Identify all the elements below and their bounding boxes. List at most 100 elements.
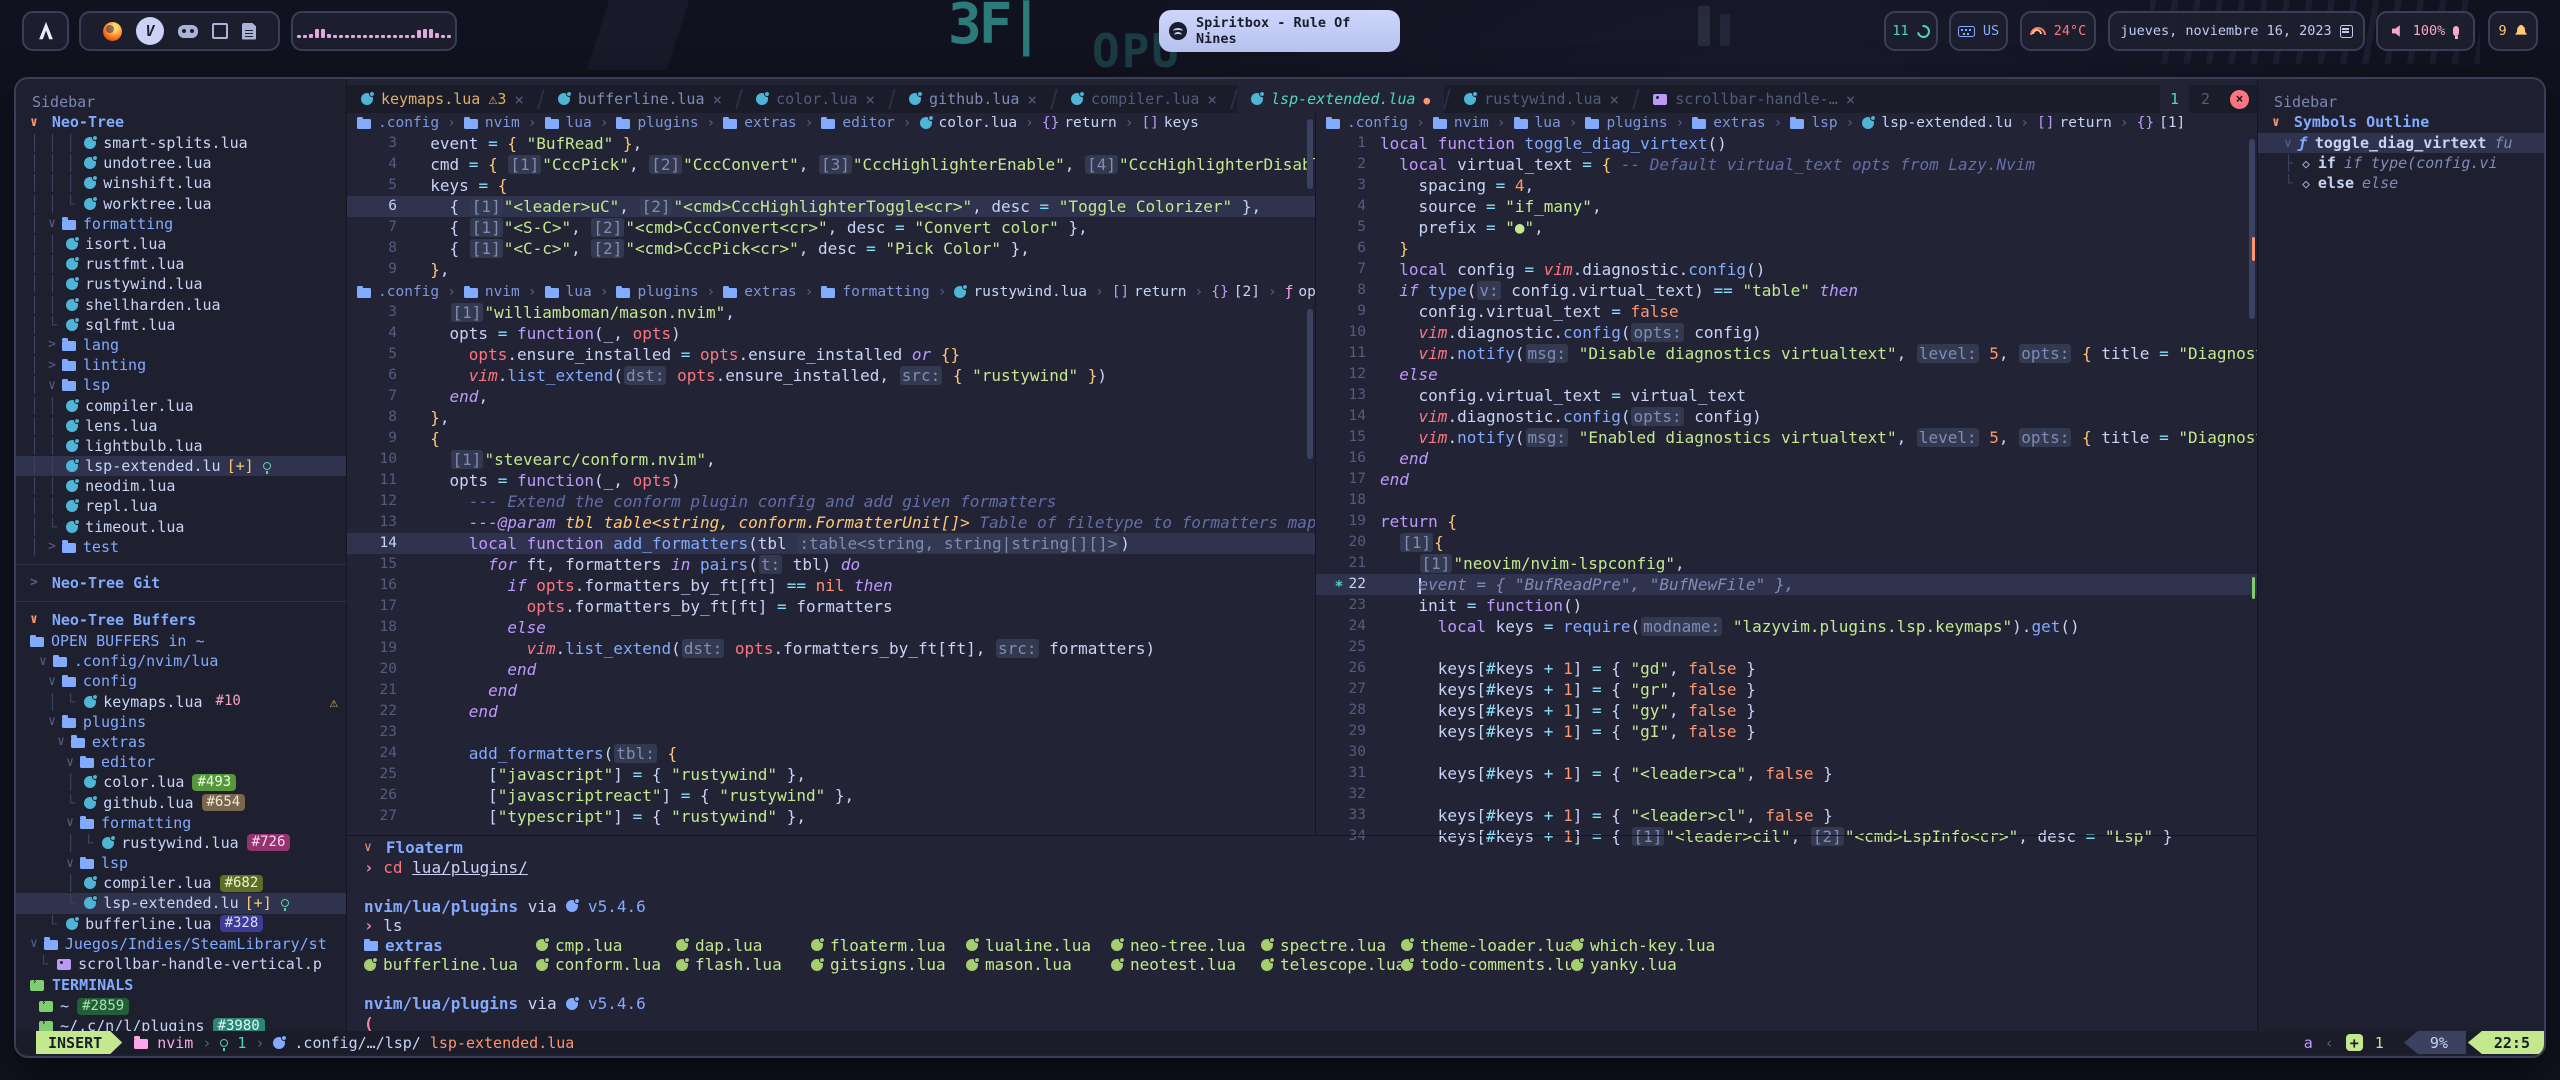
tree-item[interactable]: └ lsp-extended.lu[+] xyxy=(16,893,346,913)
scrollbar-handle[interactable] xyxy=(1307,119,1313,189)
tree-item[interactable]: ~/.c/n/l/plugins#3980 xyxy=(16,1016,346,1031)
tree-item[interactable]: config xyxy=(16,671,346,691)
tab-rustywind-lua[interactable]: rustywind.lua xyxy=(1450,85,1633,113)
tree-item[interactable]: lsp xyxy=(16,853,346,873)
tree-item[interactable]: └ bufferline.lua#328 xyxy=(16,914,346,934)
tree-item[interactable]: │ │ lightbulb.lua xyxy=(16,436,346,456)
code-token: "rustywind" xyxy=(972,366,1078,385)
tree-item[interactable]: │ │ lsp-extended.lu[+] xyxy=(16,456,346,476)
close-icon[interactable] xyxy=(865,90,875,109)
tree-item[interactable]: editor xyxy=(16,752,346,772)
section-header-neo-tree-git[interactable]: Neo-Tree Git xyxy=(16,572,346,594)
indent-guides: │ xyxy=(30,538,48,556)
tree-item[interactable]: │ │ │ winshift.lua xyxy=(16,173,346,193)
tree-item[interactable]: │ └ timeout.lua xyxy=(16,517,346,537)
tree-item[interactable]: │ │ compiler.lua xyxy=(16,395,346,415)
tree-item[interactable]: │ └ rustywind.lua#726 xyxy=(16,833,346,853)
tree-item[interactable]: │ └ sqlfmt.lua xyxy=(16,315,346,335)
code-token: ( xyxy=(1467,281,1477,300)
tree-item[interactable]: extras xyxy=(16,732,346,752)
dock-item-neovim[interactable]: V xyxy=(136,17,164,45)
close-icon[interactable] xyxy=(712,90,722,109)
code-token: ---@param xyxy=(411,513,565,532)
tree-item[interactable]: └ github.lua#654 xyxy=(16,792,346,812)
tab-keymaps-lua[interactable]: keymaps.lua⚠3 xyxy=(347,85,538,113)
tab-scrollbar-handle-[interactable]: scrollbar-handle-… xyxy=(1639,85,1869,113)
code-token: .ensure_installed xyxy=(739,345,912,364)
pill-volume[interactable]: 100% xyxy=(2376,11,2475,51)
tree-item[interactable]: │ │ rustywind.lua xyxy=(16,274,346,294)
tree-item[interactable]: │ └ keymaps.lua#10 xyxy=(16,692,346,712)
tree-item[interactable]: │ lang xyxy=(16,335,346,355)
dock-item-firefox[interactable] xyxy=(103,22,122,41)
tree-item[interactable]: │ │ └ worktree.lua xyxy=(16,194,346,214)
tree-item[interactable]: │ │ repl.lua xyxy=(16,496,346,516)
tree-item[interactable]: OPEN BUFFERS in ~ xyxy=(16,631,346,651)
tab-lsp-extended-lua[interactable]: lsp-extended.lua xyxy=(1237,85,1444,113)
ls-entry: floaterm.lua xyxy=(811,936,966,955)
section-header-terminals[interactable]: TERMINALS xyxy=(16,974,346,996)
tree-item[interactable]: │ │ neodim.lua xyxy=(16,476,346,496)
dock-item-gamepad[interactable] xyxy=(178,25,198,38)
pill-weather[interactable]: 24°C xyxy=(2020,11,2096,51)
dock-item-file[interactable] xyxy=(242,23,256,40)
speaker-icon xyxy=(2392,25,2405,38)
tree-item[interactable]: │ linting xyxy=(16,355,346,375)
pill-keyboard-layout[interactable]: US xyxy=(1949,11,2008,51)
git-added-count: 1 xyxy=(2375,1034,2384,1052)
tree-item[interactable]: formatting xyxy=(16,813,346,833)
close-icon[interactable] xyxy=(1846,90,1856,109)
tabpage-1[interactable]: 1 xyxy=(2160,85,2189,113)
symbols-outline-header[interactable]: Symbols Outline xyxy=(2258,111,2546,133)
tabpage-2[interactable]: 2 xyxy=(2191,90,2220,108)
symbol-item[interactable]: toggle_diag_virtextfu xyxy=(2258,133,2546,153)
tree-item[interactable]: │ │ │ smart-splits.lua xyxy=(16,133,346,153)
launcher-button[interactable] xyxy=(22,11,69,51)
tree-item[interactable]: │ test xyxy=(16,537,346,557)
tree-item[interactable]: │ │ │ undotree.lua xyxy=(16,153,346,173)
tree-item[interactable]: │ │ isort.lua xyxy=(16,234,346,254)
section-header-neo-tree-buffers[interactable]: Neo-Tree Buffers xyxy=(16,609,346,631)
tree-item[interactable]: │ color.lua#493 xyxy=(16,772,346,792)
tab-bufferline-lua[interactable]: bufferline.lua xyxy=(544,85,736,113)
tree-item[interactable]: Juegos/Indies/SteamLibrary/st xyxy=(16,934,346,954)
pill-updates[interactable]: 11 xyxy=(1884,11,1938,51)
pill-clock[interactable]: jueves, noviembre 16, 2023 xyxy=(2108,11,2365,51)
dock-item-windows[interactable] xyxy=(216,27,228,39)
now-playing-widget[interactable]: Spiritbox - Rule Of Nines xyxy=(1159,10,1400,52)
neotree-sections: Neo-Tree│ │ │ smart-splits.lua│ │ │ undo… xyxy=(16,111,346,1031)
code-token: = xyxy=(478,176,497,195)
close-icon[interactable] xyxy=(1610,90,1620,109)
chevron-right-icon xyxy=(48,358,56,373)
scrollbar-handle[interactable] xyxy=(2249,139,2255,319)
section-header-neo-tree[interactable]: Neo-Tree xyxy=(16,111,346,133)
tree-item[interactable]: │ │ lens.lua xyxy=(16,416,346,436)
close-icon[interactable] xyxy=(514,90,524,109)
tree-item[interactable]: │ lsp xyxy=(16,375,346,395)
pill-notifications[interactable]: 9 xyxy=(2488,11,2538,51)
code-text: if opts.formatters_by_ft[ft] == nil then xyxy=(411,575,1315,596)
code-token: ) xyxy=(671,471,681,490)
tab-compiler-lua[interactable]: compiler.lua xyxy=(1057,85,1231,113)
tab-color-lua[interactable]: color.lua xyxy=(742,85,889,113)
tab-github-lua[interactable]: github.lua xyxy=(895,85,1051,113)
tree-item[interactable]: │ │ rustfmt.lua xyxy=(16,254,346,274)
close-all-button[interactable] xyxy=(2230,90,2249,109)
tree-item[interactable]: └ scrollbar-handle-vertical.p xyxy=(16,954,346,974)
editor-pane-rustywind-lua: .confignvimluapluginsextrasformattingrus… xyxy=(347,282,1315,829)
tree-item[interactable]: .config/nvim/lua xyxy=(16,651,346,671)
floaterm-header[interactable]: Floaterm xyxy=(347,838,2257,858)
close-icon[interactable] xyxy=(1027,90,1037,109)
window-split-divider[interactable] xyxy=(1315,113,1316,835)
tab-label: rustywind.lua xyxy=(1484,90,1601,108)
symbol-item[interactable]: ├ ifif type(config.vi xyxy=(2258,153,2546,173)
tree-item[interactable]: ~#2859 xyxy=(16,996,346,1016)
close-icon[interactable] xyxy=(1207,90,1217,109)
tree-item[interactable]: plugins xyxy=(16,712,346,732)
code-token: , xyxy=(1675,554,1685,573)
tree-item[interactable]: │ │ shellharden.lua xyxy=(16,295,346,315)
scrollbar-handle[interactable] xyxy=(1307,309,1313,459)
symbol-item[interactable]: └ elseelse xyxy=(2258,173,2546,193)
tree-item[interactable]: │ formatting xyxy=(16,214,346,234)
tree-item[interactable]: │ compiler.lua#682 xyxy=(16,873,346,893)
